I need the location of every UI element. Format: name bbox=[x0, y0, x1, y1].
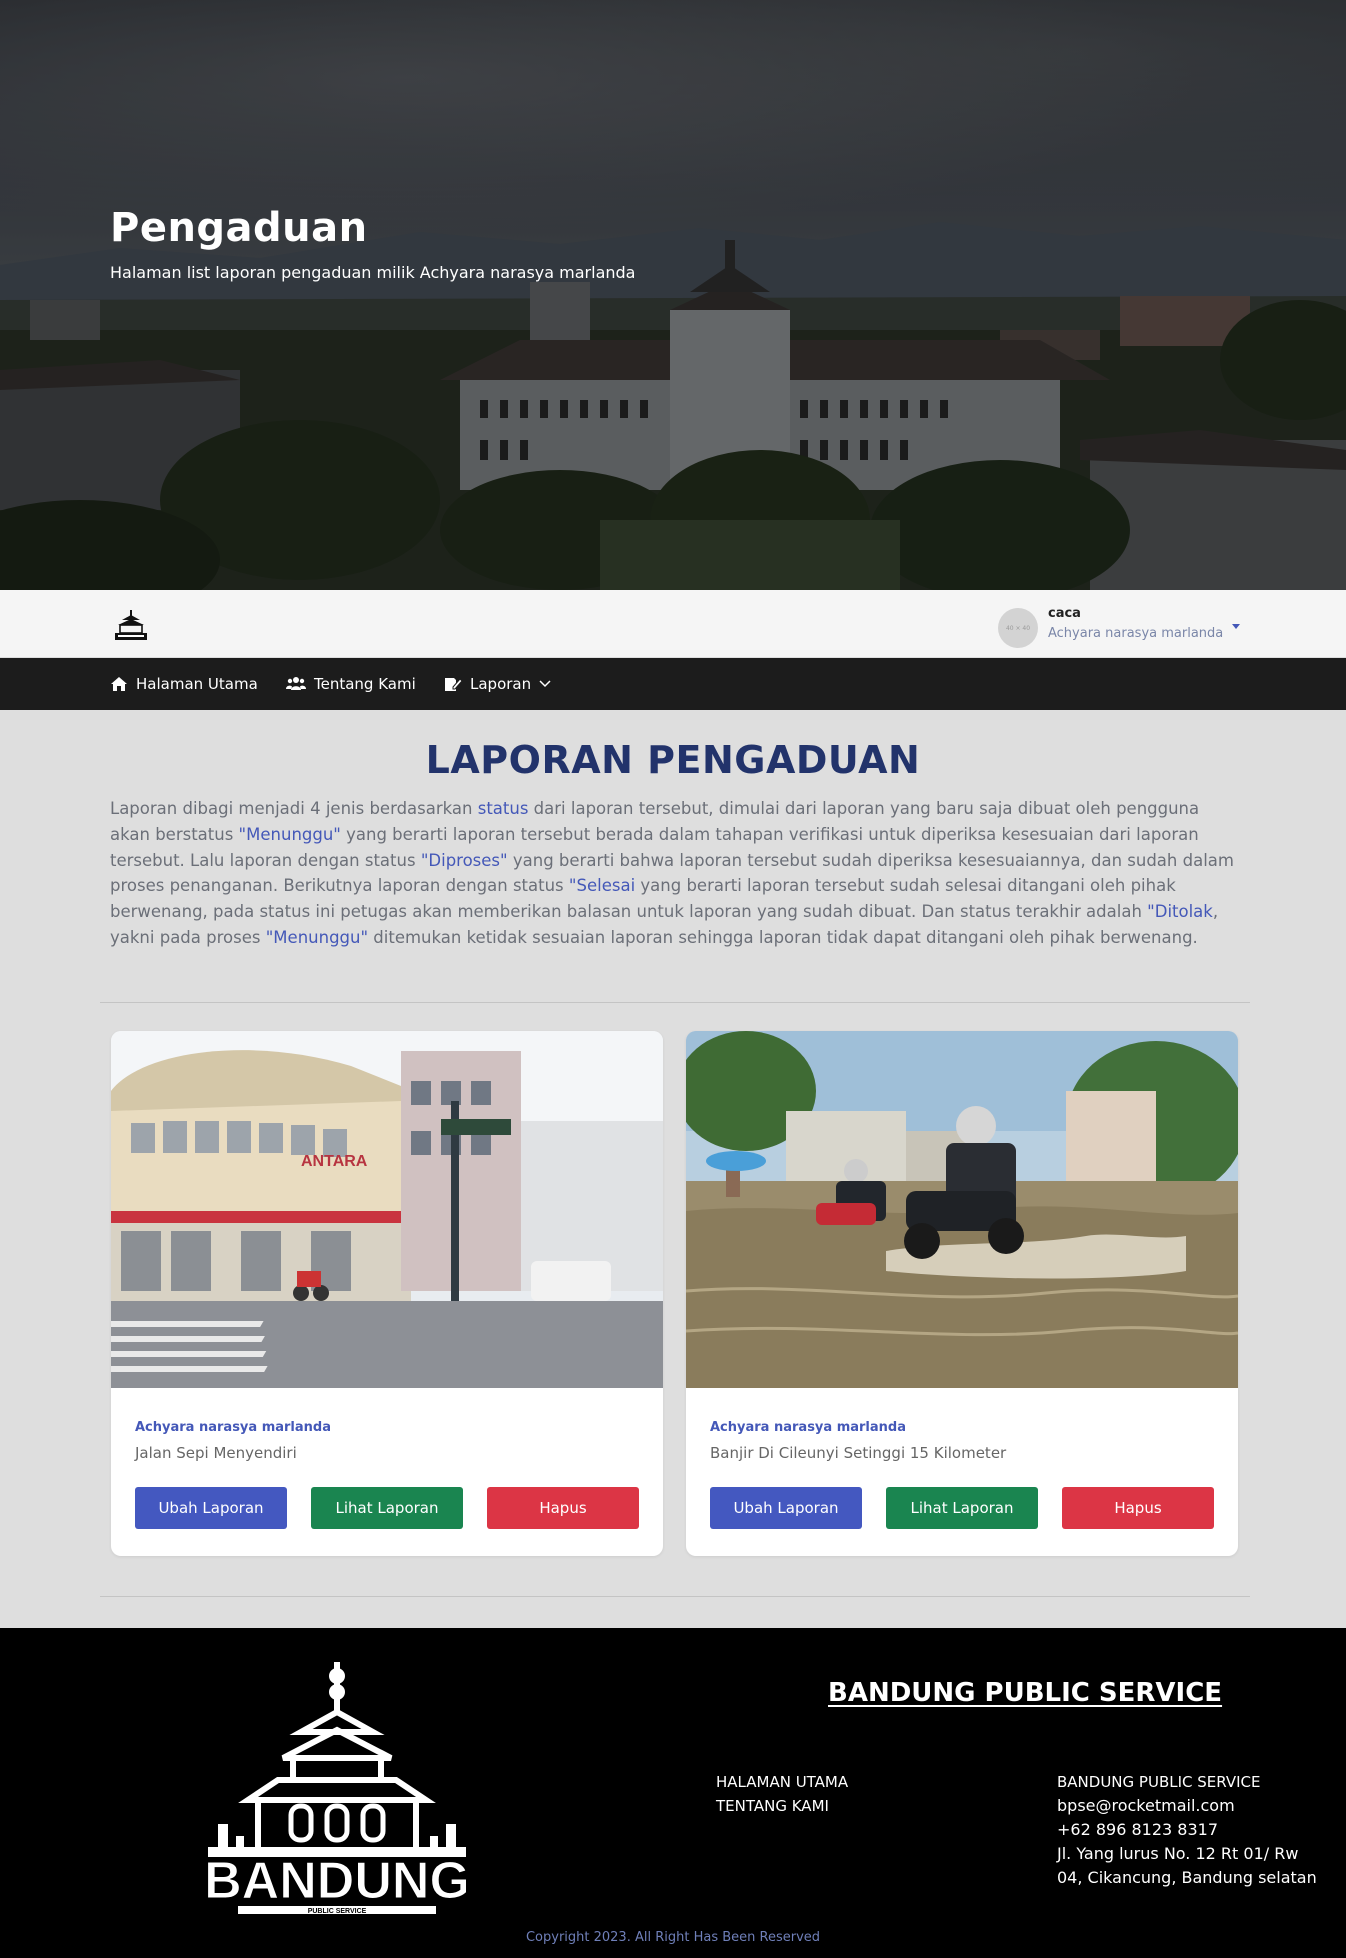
contact-phone: +62 896 8123 8317 bbox=[1057, 1820, 1218, 1839]
view-report-button[interactable]: Lihat Laporan bbox=[311, 1487, 463, 1529]
footer: BANDUNG PUBLIC SERVICE BANDUNG PUBLIC SE… bbox=[0, 1628, 1346, 1958]
report-author: Achyara narasya marlanda bbox=[710, 1420, 906, 1435]
nav-item-tentang-kami[interactable]: Tentang Kami bbox=[286, 658, 416, 710]
footer-link-halaman-utama[interactable]: HALAMAN UTAMA bbox=[716, 1770, 848, 1794]
status-highlight: "Menunggu" bbox=[238, 824, 341, 844]
nav-item-halaman-utama[interactable]: Halaman Utama bbox=[110, 658, 258, 710]
nav-label: Tentang Kami bbox=[314, 675, 416, 693]
status-highlight: status bbox=[477, 799, 529, 818]
chevron-down-icon bbox=[539, 680, 551, 688]
contact-email[interactable]: bpse@rocketmail.com bbox=[1057, 1794, 1327, 1818]
edit-report-icon bbox=[445, 678, 462, 691]
view-report-button[interactable]: Lihat Laporan bbox=[886, 1487, 1038, 1529]
section-title: LAPORAN PENGADUAN bbox=[425, 738, 921, 782]
footer-links: HALAMAN UTAMA TENTANG KAMI bbox=[716, 1770, 848, 1818]
report-author: Achyara narasya marlanda bbox=[135, 1420, 331, 1435]
chevron-down-icon[interactable] bbox=[1232, 624, 1240, 629]
avatar[interactable]: 40 × 40 bbox=[998, 608, 1038, 648]
status-highlight: "Menunggu" bbox=[265, 927, 369, 947]
svg-text:PUBLIC SERVICE: PUBLIC SERVICE bbox=[308, 1908, 367, 1915]
page-subtitle: Halaman list laporan pengaduan milik Ach… bbox=[110, 263, 636, 282]
intro-text: ditemukan ketidak sesuaian laporan sehin… bbox=[368, 927, 1198, 947]
contact-name: BANDUNG PUBLIC SERVICE bbox=[1057, 1773, 1261, 1791]
user-name: caca bbox=[1048, 606, 1081, 621]
report-card: ANTARA Achyara narasya marlanda Jalan Se… bbox=[111, 1031, 663, 1556]
edit-report-button[interactable]: Ubah Laporan bbox=[710, 1487, 862, 1529]
report-image-flood bbox=[686, 1031, 1238, 1388]
footer-contact: BANDUNG PUBLIC SERVICE bpse@rocketmail.c… bbox=[1057, 1770, 1327, 1890]
report-card: Achyara narasya marlanda Banjir Di Cileu… bbox=[686, 1031, 1238, 1556]
nav-label: Halaman Utama bbox=[136, 675, 258, 693]
hero-overlay bbox=[0, 0, 1346, 590]
users-icon bbox=[286, 677, 306, 690]
report-title: Jalan Sepi Menyendiri bbox=[135, 1444, 297, 1462]
page-title: Pengaduan bbox=[110, 205, 368, 251]
svg-text:BANDUNG: BANDUNG bbox=[208, 1852, 466, 1910]
delete-report-button[interactable]: Hapus bbox=[487, 1487, 639, 1529]
copyright: Copyright 2023. All Right Has Been Reser… bbox=[525, 1930, 821, 1945]
status-highlight: "Selesai bbox=[568, 876, 636, 896]
status-highlight: "Ditolak bbox=[1147, 902, 1213, 922]
report-image-street: ANTARA bbox=[111, 1031, 663, 1388]
divider bbox=[100, 1596, 1250, 1597]
divider bbox=[100, 1002, 1250, 1003]
hero-banner: Pengaduan Halaman list laporan pengaduan… bbox=[0, 0, 1346, 590]
status-highlight: "Diproses" bbox=[420, 850, 508, 870]
edit-report-button[interactable]: Ubah Laporan bbox=[135, 1487, 287, 1529]
report-title: Banjir Di Cileunyi Setinggi 15 Kilometer bbox=[710, 1444, 1007, 1462]
intro-paragraph: Laporan dibagi menjadi 4 jenis berdasark… bbox=[110, 796, 1238, 951]
main-nav: Halaman Utama Tentang Kami Laporan bbox=[0, 658, 1346, 710]
user-fullname: Achyara narasya marlanda bbox=[1048, 626, 1224, 641]
delete-report-button[interactable]: Hapus bbox=[1062, 1487, 1214, 1529]
footer-brand: BANDUNG PUBLIC SERVICE bbox=[828, 1678, 1223, 1708]
bandung-logo-icon[interactable] bbox=[112, 608, 150, 642]
intro-text: Laporan dibagi menjadi 4 jenis berdasark… bbox=[110, 799, 478, 818]
nav-label: Laporan bbox=[470, 675, 532, 693]
top-bar: 40 × 40 caca Achyara narasya marlanda bbox=[0, 590, 1346, 658]
bandung-public-service-logo: BANDUNG PUBLIC SERVICE bbox=[208, 1662, 466, 1915]
contact-address: Jl. Yang lurus No. 12 Rt 01/ Rw 04, Cika… bbox=[1057, 1844, 1317, 1887]
svg-text:ANTARA: ANTARA bbox=[301, 1153, 368, 1170]
nav-item-laporan[interactable]: Laporan bbox=[444, 658, 551, 710]
home-icon bbox=[111, 677, 127, 691]
footer-link-tentang-kami[interactable]: TENTANG KAMI bbox=[716, 1794, 848, 1818]
